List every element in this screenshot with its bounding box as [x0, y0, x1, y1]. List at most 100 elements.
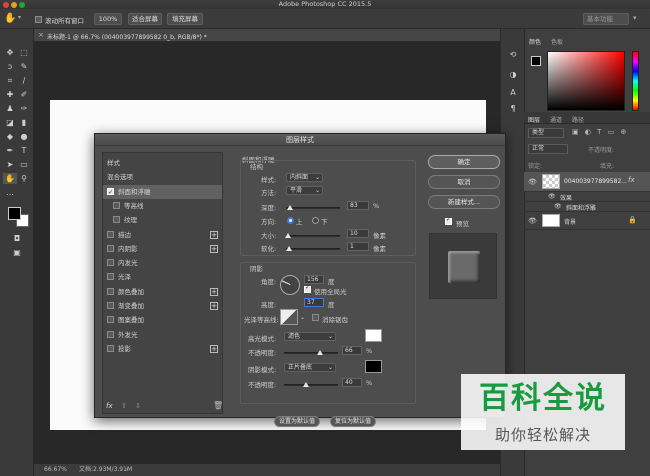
blur-tool-icon[interactable]: ◆: [3, 131, 17, 142]
direction-up-radio[interactable]: [287, 217, 294, 224]
move-down-icon[interactable]: ⇩: [135, 402, 141, 410]
style-item-checkbox[interactable]: [107, 244, 114, 252]
brush-tool-icon[interactable]: ✐: [17, 89, 31, 100]
screen-mode-icon[interactable]: ▣: [10, 247, 24, 258]
workspace-chevron-icon[interactable]: ▾: [633, 14, 637, 22]
layer-row-main[interactable]: 👁 004003977899582... fx: [524, 172, 650, 192]
new-style-button[interactable]: 新建样式...: [428, 195, 500, 209]
technique-select[interactable]: 平滑 ⌄: [286, 186, 323, 195]
close-window-icon[interactable]: [3, 2, 9, 8]
depth-slider-thumb[interactable]: [287, 205, 294, 210]
layer-effects-row[interactable]: 👁 效果: [524, 192, 650, 202]
style-item-checkbox[interactable]: [107, 273, 114, 281]
style-list-item[interactable]: 光泽: [103, 270, 222, 284]
workspace-select[interactable]: 基本功能: [583, 13, 629, 25]
fx-menu-icon[interactable]: fx: [106, 402, 113, 410]
style-list-item[interactable]: 斜面和浮雕: [103, 184, 222, 200]
scroll-all-windows-checkbox[interactable]: [35, 16, 42, 23]
eyedropper-tool-icon[interactable]: ∕: [17, 75, 31, 86]
style-list-item[interactable]: 混合选项: [103, 170, 222, 184]
highlight-color-swatch[interactable]: [365, 329, 382, 342]
tool-preset-chevron-icon[interactable]: ▾: [18, 14, 21, 21]
layer-filter-icons[interactable]: ▣ ◐ T ▭ ⊕: [572, 128, 648, 138]
history-brush-tool-icon[interactable]: ✑: [17, 103, 31, 114]
fill-screen-button[interactable]: 填充屏幕: [167, 13, 203, 25]
gradient-tool-icon[interactable]: ▮: [17, 117, 31, 128]
gloss-contour-swatch[interactable]: [280, 309, 298, 325]
quick-select-tool-icon[interactable]: ✎: [17, 61, 31, 72]
size-slider[interactable]: [285, 233, 340, 238]
shadow-opacity-thumb[interactable]: [302, 382, 309, 387]
minimize-window-icon[interactable]: [11, 2, 17, 8]
add-style-instance-icon[interactable]: +: [210, 287, 218, 296]
shadow-color-swatch[interactable]: [365, 360, 382, 373]
history-panel-icon[interactable]: ⟲: [506, 49, 520, 60]
adjustments-panel-icon[interactable]: ◑: [506, 69, 520, 80]
hue-slider[interactable]: [632, 51, 639, 111]
direction-down-radio[interactable]: [312, 217, 319, 224]
dodge-tool-icon[interactable]: ●: [17, 131, 31, 142]
color-field[interactable]: [547, 51, 625, 111]
highlight-opacity-thumb[interactable]: [316, 350, 323, 355]
pen-tool-icon[interactable]: ✒: [3, 145, 17, 156]
effects-eye-icon[interactable]: 👁: [548, 193, 556, 200]
highlight-opacity-input[interactable]: 66: [342, 346, 362, 355]
close-tab-icon[interactable]: ×: [38, 31, 44, 39]
style-list-item[interactable]: 纹理: [103, 213, 222, 227]
panel-foreground-swatch[interactable]: [531, 56, 541, 66]
style-item-checkbox[interactable]: [107, 230, 114, 238]
tab-color[interactable]: 颜色: [529, 37, 541, 46]
tab-swatches[interactable]: 色板: [551, 37, 563, 46]
style-item-checkbox[interactable]: [113, 201, 120, 209]
gloss-contour-chevron-icon[interactable]: ⌄: [300, 314, 305, 321]
tab-channels[interactable]: 通道: [550, 115, 562, 124]
layer-name[interactable]: 004003977899582...: [564, 178, 627, 185]
style-list-item[interactable]: 渐变叠加 +: [103, 299, 222, 313]
style-list-item[interactable]: 图案叠加: [103, 313, 222, 327]
style-item-checkbox[interactable]: [107, 302, 114, 309]
style-list-item[interactable]: 投影 +: [103, 342, 222, 356]
marquee-tool-icon[interactable]: ⬚: [17, 47, 31, 58]
eraser-tool-icon[interactable]: ◪: [3, 117, 17, 128]
depth-slider[interactable]: [286, 205, 340, 210]
character-panel-icon[interactable]: A: [506, 87, 520, 98]
healing-tool-icon[interactable]: ✚: [3, 89, 17, 100]
style-list-item[interactable]: 等高线: [103, 199, 222, 213]
layer-bevel-row[interactable]: 👁 斜面和浮雕: [524, 202, 650, 212]
shadow-mode-select[interactable]: 正片叠底 ⌄: [284, 363, 336, 372]
bevel-eye-icon[interactable]: 👁: [554, 203, 562, 210]
ok-button[interactable]: 确定: [428, 155, 500, 169]
move-tool-icon[interactable]: ✥: [3, 47, 17, 58]
style-list-item[interactable]: 描边 +: [103, 228, 222, 242]
angle-input[interactable]: 156: [304, 275, 324, 284]
tab-paths[interactable]: 路径: [572, 115, 584, 124]
add-style-instance-icon[interactable]: +: [210, 344, 218, 353]
style-list-item[interactable]: 颜色叠加 +: [103, 285, 222, 299]
foreground-color-swatch-front[interactable]: [8, 207, 21, 220]
style-list-item[interactable]: 内阴影 +: [103, 242, 222, 256]
zoom-tool-icon[interactable]: ⚲: [17, 173, 31, 184]
visibility-eye-icon[interactable]: 👁: [528, 178, 537, 186]
add-style-instance-icon[interactable]: +: [210, 244, 218, 253]
soften-slider-thumb[interactable]: [286, 246, 293, 251]
path-select-tool-icon[interactable]: ➤: [3, 159, 17, 170]
reset-default-button[interactable]: 复位为默认值: [330, 416, 376, 427]
blend-mode-select[interactable]: 正常: [528, 144, 568, 154]
tab-layers[interactable]: 图层: [528, 115, 540, 124]
layer-fx-badge[interactable]: fx: [628, 176, 635, 184]
document-tab-title[interactable]: 未标题-1 @ 66.7% (004003977899582 0_b, RGB/…: [47, 32, 207, 41]
soften-input[interactable]: 1: [347, 242, 369, 251]
soften-slider[interactable]: [286, 246, 340, 251]
style-item-checkbox[interactable]: [107, 330, 114, 338]
style-list-item[interactable]: 内发光: [103, 256, 222, 270]
zoom-window-icon[interactable]: [19, 2, 25, 8]
filter-kind-select[interactable]: 类型: [528, 128, 564, 138]
background-eye-icon[interactable]: 👁: [528, 217, 537, 225]
crop-tool-icon[interactable]: ⌗: [3, 75, 17, 86]
style-item-checkbox[interactable]: [107, 287, 114, 295]
highlight-opacity-slider[interactable]: [284, 350, 338, 355]
stamp-tool-icon[interactable]: ♟: [3, 103, 17, 114]
bevel-style-select[interactable]: 内斜面 ⌄: [286, 173, 323, 182]
shadow-opacity-slider[interactable]: [284, 382, 338, 387]
shadow-opacity-input[interactable]: 40: [342, 378, 362, 387]
